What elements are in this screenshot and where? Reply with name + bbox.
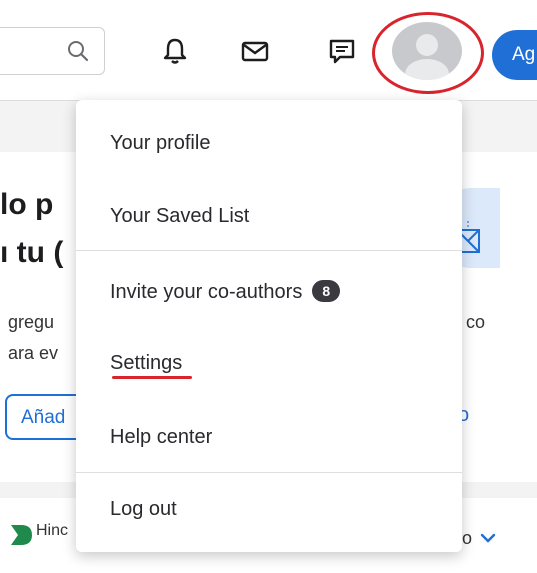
bell-icon[interactable] [160, 36, 190, 66]
mail-icon[interactable] [240, 36, 270, 66]
card-text-right: co [466, 312, 486, 332]
card-heading-line2: ı tu ( [0, 236, 64, 269]
hindawi-logo-icon [11, 525, 32, 545]
menu-item-invite-label: Invite your co-authors [110, 281, 303, 303]
menu-item-your-profile[interactable]: Your profile [110, 132, 210, 155]
highlight-circle [372, 12, 484, 94]
invite-count-badge: 8 [312, 280, 341, 302]
menu-divider [76, 250, 462, 251]
search-box[interactable] [0, 27, 105, 75]
profile-dropdown-menu: Your profile Your Saved List Invite your… [76, 100, 462, 552]
journal-name: Hinc [36, 522, 69, 539]
menu-item-log-out[interactable]: Log out [110, 498, 177, 521]
top-bar: Ag [0, 0, 537, 101]
card-text-line2: ara ev [8, 343, 59, 363]
menu-divider [76, 472, 462, 473]
card-heading-line1: lo p [0, 188, 54, 221]
search-icon[interactable] [66, 39, 90, 63]
menu-item-saved-list[interactable]: Your Saved List [110, 205, 249, 228]
cta-button[interactable]: Ag [492, 30, 537, 80]
menu-item-invite-coauthors[interactable]: Invite your co-authors 8 [110, 280, 341, 304]
journal-fragment: o [462, 528, 473, 548]
chevron-down-icon[interactable] [478, 528, 498, 548]
settings-underline-annotation [112, 376, 192, 379]
menu-item-help-center[interactable]: Help center [110, 426, 212, 449]
card-text-line1: gregu [8, 312, 55, 332]
chat-icon[interactable] [327, 36, 357, 66]
menu-item-settings[interactable]: Settings [110, 352, 182, 375]
